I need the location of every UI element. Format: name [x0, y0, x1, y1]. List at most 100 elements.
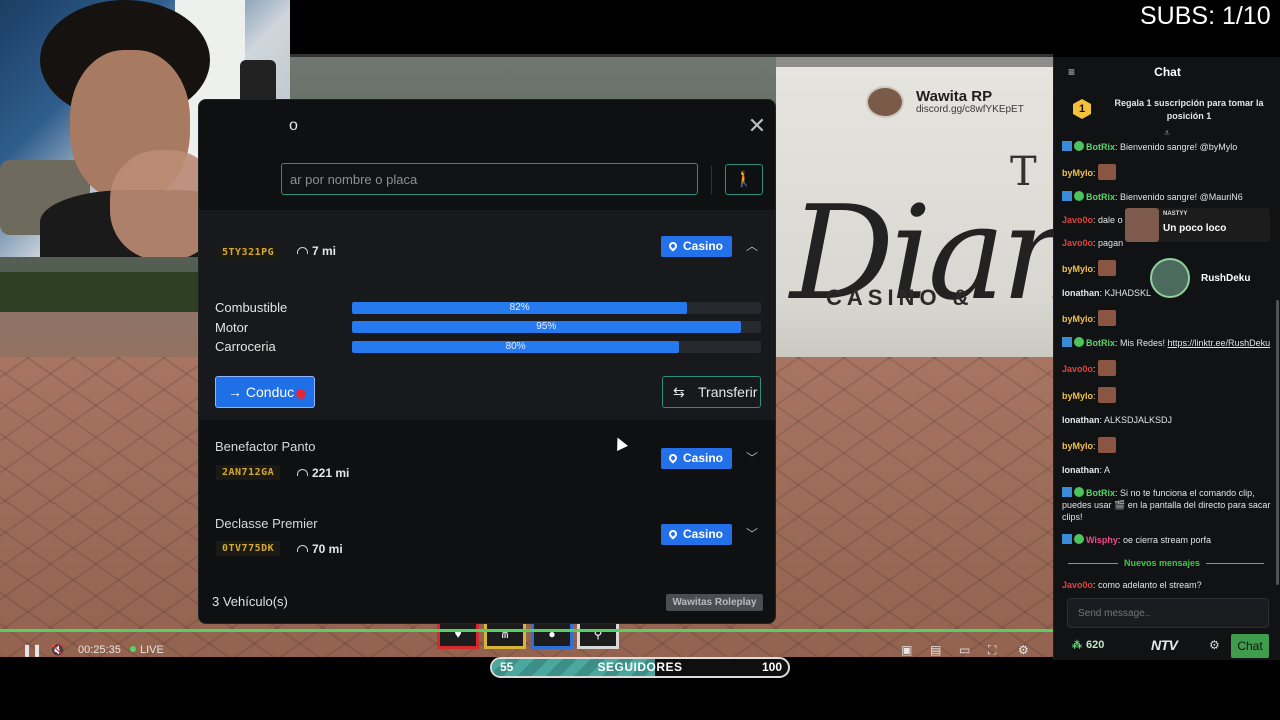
chevron-up-icon[interactable]: ︿ — [744, 238, 760, 254]
mute-icon[interactable]: 🔇 — [50, 640, 65, 660]
chat-username[interactable]: lonathan — [1062, 415, 1100, 425]
chat-message: byMylo: — [1062, 437, 1274, 453]
chat-username[interactable]: Javo0o — [1062, 364, 1093, 374]
chat-text: oe cierra stream porfa — [1122, 535, 1211, 545]
chat-username[interactable]: Javo0o — [1062, 580, 1093, 590]
vehicle-plate: 0TV775DK — [216, 541, 281, 556]
chat-text: Bienvenido sangre! @byMylo — [1120, 142, 1238, 152]
pause-icon[interactable]: ❚❚ — [22, 640, 42, 660]
drive-label: Conduc — [245, 384, 295, 400]
alert-text: Un poco loco — [1163, 223, 1227, 234]
pinned-arrow-icon[interactable]: ⩡ — [1160, 129, 1174, 139]
chat-username[interactable]: lonathan — [1062, 465, 1100, 475]
emote-icon — [1098, 310, 1117, 326]
hedge — [0, 272, 200, 312]
settings-icon[interactable]: ⚙ — [1018, 640, 1029, 660]
garage-modal: o ✕ 🚶 5TY321PG 7 mi Casino ︿ Combustible… — [198, 99, 776, 624]
alert-user: NASTYY — [1163, 211, 1188, 217]
verified-badge-icon — [1074, 534, 1084, 544]
map-pin-icon — [667, 240, 679, 252]
drive-button[interactable]: → Conduc — [215, 376, 315, 408]
alert-avatar — [1125, 208, 1159, 242]
chevron-down-icon[interactable]: ﹀ — [744, 526, 760, 542]
chat-username[interactable]: Javo0o — [1062, 215, 1093, 225]
chat-username[interactable]: Wisphy — [1086, 535, 1118, 545]
pip-icon[interactable]: ▣ — [901, 640, 912, 660]
verified-badge-icon — [1074, 337, 1084, 347]
chat-text: Bienvenido sangre! @MauriN6 — [1120, 192, 1243, 202]
chat-message: Javo0o: — [1062, 360, 1274, 376]
viewer-alert: NASTYY Un poco loco — [1125, 208, 1270, 242]
transfer-label: Transferir — [698, 384, 758, 400]
goal-label: SEGUIDORES — [597, 660, 683, 674]
chat-username[interactable]: BotRix — [1086, 338, 1115, 348]
chat-message: lonathan: A — [1062, 464, 1274, 476]
chat-username[interactable]: lonathan — [1062, 288, 1100, 298]
vehicle-name[interactable]: Declasse Premier — [215, 516, 318, 531]
fuel-bar: 82% — [352, 302, 761, 314]
chat-username[interactable]: BotRix — [1086, 192, 1115, 202]
chat-send-button[interactable]: Chat — [1231, 634, 1269, 658]
arrow-right-icon: → — [228, 384, 242, 400]
search-input[interactable] — [281, 163, 698, 195]
brand-logo — [866, 86, 904, 118]
location-button[interactable]: Casino — [661, 448, 732, 469]
stream-progress-bar[interactable] — [0, 629, 1053, 632]
chat-scrollbar[interactable] — [1276, 300, 1279, 585]
chat-text: pagan — [1098, 238, 1124, 248]
chat-username[interactable]: Javo0o — [1062, 238, 1093, 248]
vehicle-name[interactable]: Benefactor Panto — [215, 439, 315, 454]
send-message-input[interactable] — [1067, 598, 1269, 628]
channel-points[interactable]: ⁂ 620 — [1072, 639, 1104, 651]
server-brand: Wawita RP discord.gg/c8wfYKEpET — [866, 86, 1036, 118]
fuel-percent: 82% — [509, 302, 530, 313]
fullscreen-icon[interactable]: ⛶ — [988, 640, 996, 660]
live-label: LIVE — [140, 644, 164, 656]
clip-icon[interactable]: ▤ — [930, 640, 941, 660]
chat-username[interactable]: byMylo — [1062, 391, 1093, 401]
location-label: Casino — [683, 239, 724, 253]
verified-badge-icon — [1074, 191, 1084, 201]
stat-label-engine: Motor — [215, 320, 249, 335]
location-button[interactable]: Casino — [661, 236, 732, 257]
walk-icon-button[interactable]: 🚶 — [725, 164, 763, 195]
chat-username[interactable]: BotRix — [1086, 488, 1115, 498]
vehicle-plate: 2AN712GA — [216, 465, 281, 480]
gift-sub-promo[interactable]: 1 Regala 1 suscripción para tomar la pos… — [1054, 91, 1280, 131]
verified-badge-icon — [1074, 487, 1084, 497]
streamer-avatar — [1150, 258, 1190, 298]
transfer-button[interactable]: ⇆ Transferir — [662, 376, 761, 408]
map-pin-icon — [667, 452, 679, 464]
chat-title: Chat — [1154, 65, 1181, 79]
chat-username[interactable]: byMylo — [1062, 314, 1093, 324]
chat-text: como adelanto el stream? — [1098, 580, 1202, 590]
chat-text: Mis Redes! — [1120, 338, 1168, 348]
theater-mode-icon[interactable]: ▭ — [959, 640, 970, 660]
close-icon[interactable]: ✕ — [746, 115, 768, 137]
server-badge: Wawitas Roleplay — [666, 594, 763, 611]
bot-badge-icon — [1062, 141, 1072, 151]
location-button[interactable]: Casino — [661, 524, 732, 545]
chat-username[interactable]: byMylo — [1062, 441, 1093, 451]
chat-username[interactable]: BotRix — [1086, 142, 1115, 152]
streamer-name: RushDeku — [1201, 273, 1251, 284]
new-messages-label: Nuevos mensajes — [1118, 557, 1207, 569]
emote-icon — [1098, 387, 1117, 403]
chat-message: Wisphy: oe cierra stream porfa — [1062, 534, 1274, 546]
chat-username[interactable]: byMylo — [1062, 264, 1093, 274]
chat-link[interactable]: https://linktr.ee/RushDeku — [1168, 338, 1271, 348]
chat-username[interactable]: byMylo — [1062, 168, 1093, 178]
vehicle-plate: 5TY321PG — [216, 245, 281, 260]
location-label: Casino — [683, 527, 724, 541]
chevron-down-icon[interactable]: ﹀ — [744, 450, 760, 466]
emote-icon — [1098, 164, 1117, 180]
chat-panel: ≡ Chat 1 Regala 1 suscripción para tomar… — [1053, 57, 1280, 660]
gear-icon[interactable]: ⚙ — [1209, 638, 1220, 652]
live-indicator: LIVE — [130, 640, 164, 660]
emote-icon — [1098, 360, 1117, 376]
new-messages-divider: Nuevos mensajes — [1062, 557, 1274, 569]
vehicle-distance: 221 mi — [297, 466, 349, 480]
emote-icon — [1098, 260, 1117, 276]
points-value: 620 — [1086, 639, 1105, 651]
stream-page: T Dian CASINO & Wawita RP discord.gg/c8w… — [0, 0, 1280, 720]
